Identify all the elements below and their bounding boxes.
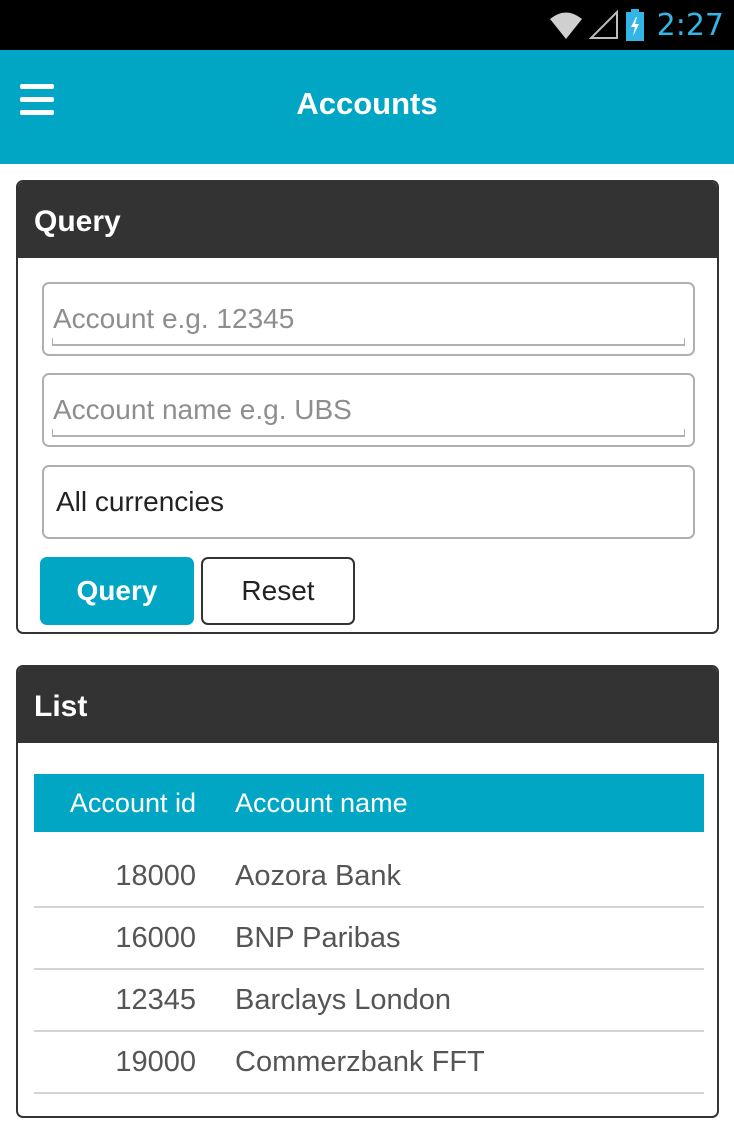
wifi-icon xyxy=(549,12,582,39)
account-field xyxy=(42,282,695,356)
table-body: 18000 Aozora Bank 16000 BNP Paribas 1234… xyxy=(34,832,704,1094)
reset-button[interactable]: Reset xyxy=(201,557,355,625)
signal-icon xyxy=(588,10,618,39)
account-name-cell: Commerzbank FFT xyxy=(235,1045,485,1078)
table-row[interactable]: 16000 BNP Paribas xyxy=(34,908,704,970)
account-name-cell: BNP Paribas xyxy=(235,921,401,954)
account-id-cell: 12345 xyxy=(115,983,196,1016)
currency-select-value: All currencies xyxy=(56,486,225,517)
table-header: Account id Account name xyxy=(34,774,704,832)
table-row[interactable]: 19000 Commerzbank FFT xyxy=(34,1032,704,1094)
list-panel: List Account id Account name 18000 Aozor… xyxy=(16,665,719,1118)
currency-select[interactable]: All currencies xyxy=(42,465,695,539)
column-header-account-id: Account id xyxy=(69,787,196,818)
battery-charging-icon xyxy=(625,9,644,41)
query-button[interactable]: Query xyxy=(40,557,194,625)
account-input[interactable] xyxy=(44,284,693,346)
table-row[interactable]: 12345 Barclays London xyxy=(34,970,704,1032)
account-id-cell: 18000 xyxy=(115,859,196,892)
page-title: Accounts xyxy=(296,86,438,121)
app-bar: Accounts xyxy=(0,50,734,164)
input-underline xyxy=(52,338,685,346)
account-id-cell: 16000 xyxy=(115,921,196,954)
list-panel-header: List xyxy=(18,667,717,743)
account-id-cell: 19000 xyxy=(115,1045,196,1078)
account-name-input[interactable] xyxy=(44,375,693,437)
account-name-field xyxy=(42,373,695,447)
account-name-cell: Barclays London xyxy=(235,983,452,1016)
query-panel: Query All currencies Query Reset xyxy=(16,180,719,634)
account-name-cell: Aozora Bank xyxy=(235,859,402,892)
status-time: 2:27 xyxy=(656,7,724,43)
status-icons: 2:27 xyxy=(549,6,724,44)
column-header-account-name: Account name xyxy=(235,787,408,818)
accounts-table: Account id Account name 18000 Aozora Ban… xyxy=(34,774,704,1094)
status-bar: 2:27 xyxy=(0,0,734,50)
query-panel-header: Query xyxy=(18,182,717,258)
table-row[interactable]: 18000 Aozora Bank xyxy=(34,832,704,908)
input-underline xyxy=(52,429,685,437)
